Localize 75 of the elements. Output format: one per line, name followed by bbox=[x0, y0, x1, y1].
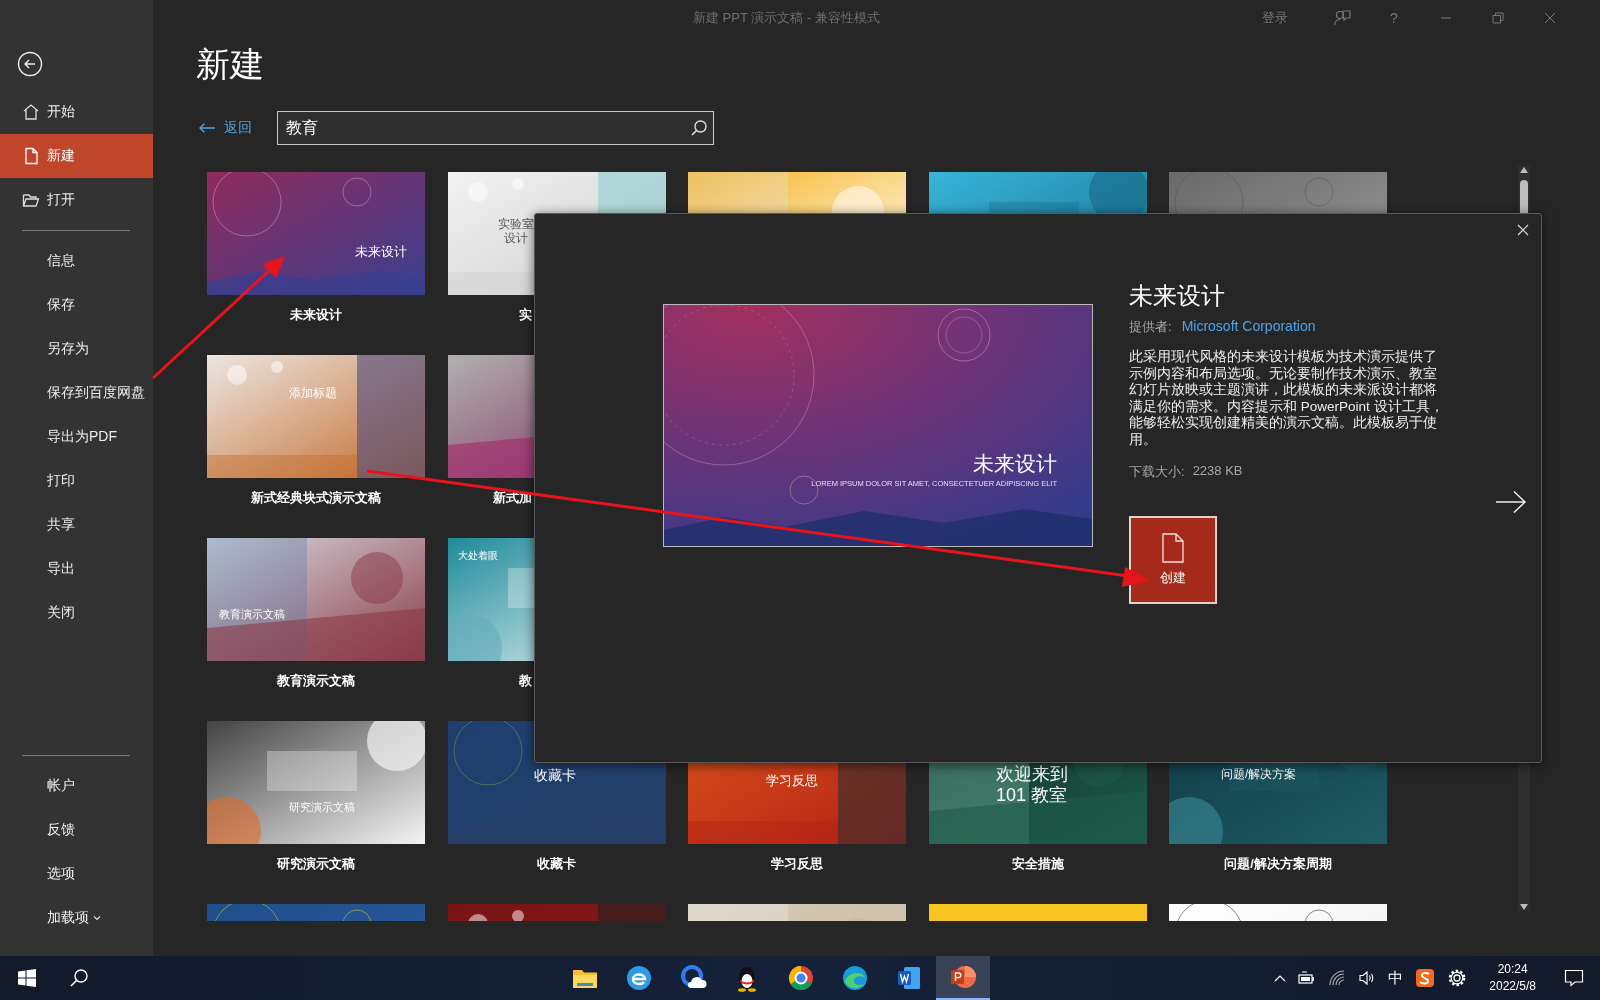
slide-title: 未来设计 bbox=[355, 245, 407, 260]
size-value: 2238 KB bbox=[1192, 462, 1243, 480]
sidebar-item[interactable]: 导出 bbox=[0, 547, 153, 591]
home-icon bbox=[22, 103, 40, 121]
sidebar-item[interactable]: 保存到百度网盘 bbox=[0, 371, 153, 415]
slides-icon bbox=[949, 963, 977, 991]
caret-icon bbox=[93, 915, 101, 921]
sidebar-item[interactable]: 关闭 bbox=[0, 591, 153, 635]
back-button[interactable] bbox=[17, 51, 43, 77]
size-label: 下载大小: bbox=[1129, 462, 1185, 481]
window-title: 新建 PPT 演示文稿 - 兼容性模式 bbox=[693, 9, 880, 27]
notification-icon[interactable] bbox=[1564, 969, 1584, 987]
clock-date[interactable]: 2022/5/8 bbox=[1489, 978, 1536, 995]
app-tray-icon[interactable] bbox=[1415, 968, 1436, 988]
template-name[interactable]: 安全措施 bbox=[928, 855, 1147, 873]
wave-icon bbox=[841, 964, 869, 992]
slide-title: 添加标题 bbox=[289, 387, 337, 401]
sidebar-item[interactable]: 信息 bbox=[0, 239, 153, 283]
input-method-indicator[interactable]: 中 bbox=[1388, 968, 1404, 988]
template-name[interactable]: 新式经典块式演示文稿 bbox=[207, 489, 425, 507]
sidebar-item[interactable]: 打印 bbox=[0, 459, 153, 503]
slide-title: 问题/解决方案 bbox=[1221, 768, 1297, 782]
slide-title: 欢迎来到 101 教室 bbox=[994, 764, 1069, 806]
sidebar-item[interactable]: 另存为 bbox=[0, 327, 153, 371]
slide-title: 大处着眼 bbox=[457, 550, 498, 562]
search-icon[interactable] bbox=[690, 119, 708, 137]
template-name[interactable]: 学习反思 bbox=[688, 855, 906, 873]
restore-icon[interactable] bbox=[1492, 12, 1504, 24]
battery-icon[interactable] bbox=[1298, 971, 1317, 985]
back-link[interactable]: 返回 bbox=[198, 119, 277, 137]
search-icon[interactable] bbox=[69, 968, 89, 988]
scroll-thumb[interactable] bbox=[1520, 180, 1528, 216]
sidebar-item[interactable]: 新建 bbox=[0, 134, 153, 178]
document-icon bbox=[895, 964, 923, 992]
back-arrow-icon bbox=[198, 122, 216, 134]
feedback-icon[interactable] bbox=[1333, 9, 1351, 27]
template-title: 未来设计 bbox=[1129, 281, 1225, 311]
page-title: 新建 bbox=[196, 44, 265, 84]
template-name[interactable]: 未来设计 bbox=[207, 306, 425, 324]
sidebar-item[interactable]: 保存 bbox=[0, 283, 153, 327]
wifi-icon[interactable] bbox=[1328, 970, 1347, 986]
template-name[interactable]: 研究演示文稿 bbox=[207, 855, 425, 873]
sidebar-item[interactable]: 加载项 bbox=[0, 896, 153, 940]
settings-icon[interactable] bbox=[1447, 968, 1468, 988]
template-description: 此采用现代风格的未来设计模板为技术演示提供了示例内容和布局选项。无论要制作技术演示、教室幻灯片放映或主题演讲，此模板的未来派设计都将满足你的需求。内容提示和 PowerPoint 设计工具，能够轻松实现创建精美的演示文稿。此模板易于使用。 bbox=[1129, 349, 1445, 449]
folder-icon bbox=[22, 191, 40, 209]
create-button[interactable]: 创建 bbox=[1129, 515, 1217, 604]
ring-icon bbox=[787, 964, 815, 992]
start-button[interactable] bbox=[18, 969, 36, 987]
sidebar-item[interactable]: 帐户 bbox=[0, 764, 153, 808]
sidebar-item[interactable]: 反馈 bbox=[0, 808, 153, 852]
scroll-down-icon[interactable] bbox=[1519, 903, 1529, 911]
document-icon bbox=[1161, 532, 1185, 563]
slide-title: 实验室设计 bbox=[496, 218, 535, 246]
sidebar-item[interactable]: 共享 bbox=[0, 503, 153, 547]
slide-title: 研究演示文稿 bbox=[289, 801, 355, 814]
sidebar-item[interactable]: 开始 bbox=[0, 90, 153, 134]
slide-title: 教育演示文稿 bbox=[219, 608, 285, 621]
template-name[interactable]: 问题/解决方案周期 bbox=[1169, 855, 1387, 873]
next-arrow-icon[interactable] bbox=[1495, 490, 1527, 514]
search-field[interactable]: 教育 bbox=[277, 111, 714, 145]
sidebar-item[interactable]: 导出为PDF bbox=[0, 415, 153, 459]
slide-title: 收藏卡 bbox=[533, 767, 576, 784]
clock-time[interactable]: 20:24 bbox=[1497, 961, 1528, 978]
sidebar-item[interactable]: 打开 bbox=[0, 178, 153, 222]
swirl-icon bbox=[625, 964, 653, 992]
document-icon bbox=[22, 147, 40, 165]
template-name[interactable]: 收藏卡 bbox=[447, 855, 666, 873]
provider-link[interactable]: Microsoft Corporation bbox=[1181, 318, 1316, 334]
sidebar-item[interactable]: 选项 bbox=[0, 852, 153, 896]
slide-title: 学习反思 bbox=[766, 774, 818, 789]
scroll-up-icon[interactable] bbox=[1519, 166, 1529, 174]
template-name[interactable]: 教育演示文稿 bbox=[207, 672, 425, 690]
chevron-up-icon[interactable] bbox=[1274, 974, 1287, 982]
provider-label: 提供者: bbox=[1129, 318, 1172, 336]
